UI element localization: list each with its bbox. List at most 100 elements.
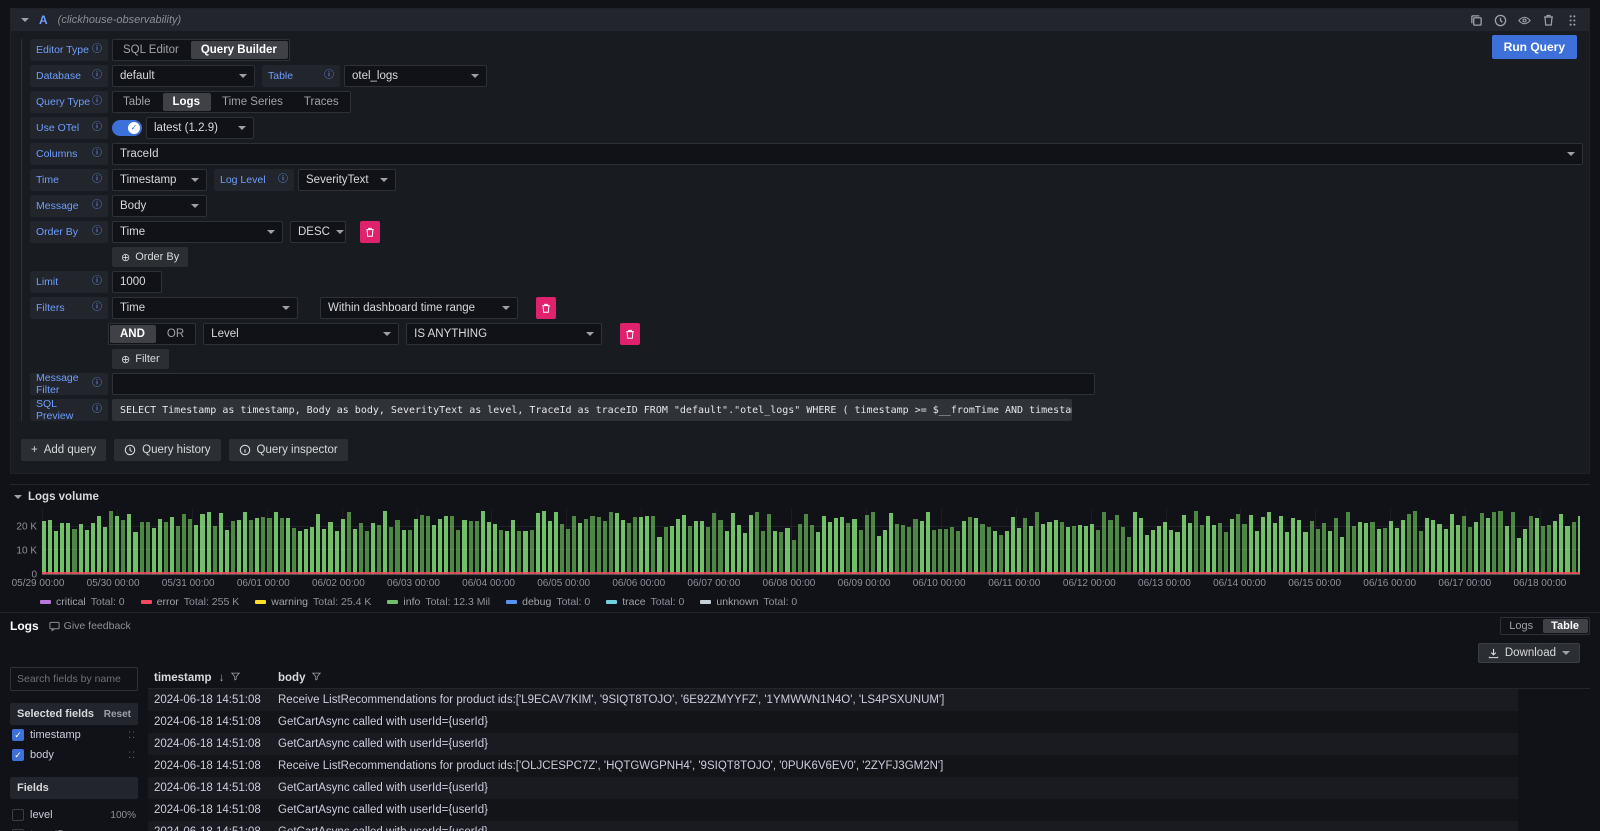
available-fields-list: level100%traceID100% bbox=[10, 805, 138, 831]
filter2-condition-select[interactable]: IS ANYTHING bbox=[406, 323, 602, 345]
timestamp-column-header[interactable]: timestamp bbox=[154, 672, 212, 684]
segment-option-and[interactable]: AND bbox=[110, 325, 156, 343]
order-by-direction-select[interactable]: DESC bbox=[290, 221, 346, 243]
legend-item-error[interactable]: errorTotal: 255 K bbox=[141, 596, 240, 608]
message-filter-input[interactable] bbox=[112, 373, 1095, 395]
run-query-button[interactable]: Run Query bbox=[1492, 35, 1577, 59]
legend-item-unknown[interactable]: unknownTotal: 0 bbox=[700, 596, 797, 608]
add-order-by-button[interactable]: ⊕Order By bbox=[112, 247, 188, 267]
x-tick-label: 06/18 00:00 bbox=[1513, 578, 1566, 589]
circle-plus-icon: ⊕ bbox=[121, 251, 130, 264]
filter-funnel-icon[interactable] bbox=[312, 672, 321, 681]
columns-multiselect[interactable]: TraceId bbox=[112, 143, 1583, 165]
otel-version-select[interactable]: latest (1.2.9) bbox=[146, 117, 254, 139]
remove-filter-button[interactable] bbox=[536, 297, 556, 319]
info-icon[interactable]: ⓘ bbox=[278, 175, 288, 185]
use-otel-toggle[interactable]: ✓ bbox=[112, 120, 142, 136]
give-feedback-link[interactable]: Give feedback bbox=[49, 620, 131, 632]
duplicate-query-icon[interactable] bbox=[1469, 13, 1483, 27]
legend-item-warning[interactable]: warningTotal: 25.4 K bbox=[255, 596, 371, 608]
datasource-name: (clickhouse-observability) bbox=[58, 14, 182, 26]
chevron-down-icon bbox=[383, 332, 391, 336]
info-icon[interactable]: ⓘ bbox=[92, 149, 102, 159]
order-by-label: Order Byⓘ bbox=[30, 221, 108, 243]
editor-type-label: Editor Typeⓘ bbox=[30, 39, 108, 61]
filter-field-select[interactable]: Time bbox=[112, 297, 298, 319]
filter-funnel-icon[interactable] bbox=[231, 672, 240, 681]
segment-option-table[interactable]: Table bbox=[113, 92, 162, 112]
info-icon[interactable]: ⓘ bbox=[92, 201, 102, 211]
database-label: Databaseⓘ bbox=[30, 65, 108, 87]
legend-item-info[interactable]: infoTotal: 12.3 Mil bbox=[387, 596, 490, 608]
chevron-down-icon bbox=[239, 74, 247, 78]
table-select[interactable]: otel_logs bbox=[344, 65, 487, 87]
info-icon[interactable]: ⓘ bbox=[92, 123, 102, 133]
field-checkbox[interactable]: ✓ bbox=[12, 749, 24, 761]
drag-handle-icon[interactable]: ⁚⁚ bbox=[128, 730, 136, 741]
history-clock-icon bbox=[124, 444, 136, 456]
info-icon[interactable]: ⓘ bbox=[92, 97, 102, 107]
legend-item-trace[interactable]: traceTotal: 0 bbox=[606, 596, 684, 608]
search-fields-input[interactable] bbox=[10, 667, 138, 691]
add-filter-button[interactable]: ⊕Filter bbox=[112, 349, 169, 369]
query-history-icon[interactable] bbox=[1493, 13, 1507, 27]
info-icon[interactable]: ⓘ bbox=[92, 405, 102, 415]
info-icon[interactable]: ⓘ bbox=[92, 277, 102, 287]
y-tick-label: 10 K bbox=[16, 546, 37, 557]
segment-option-or[interactable]: OR bbox=[157, 324, 195, 344]
field-checkbox[interactable] bbox=[12, 809, 24, 821]
field-checkbox[interactable]: ✓ bbox=[12, 729, 24, 741]
query-history-button[interactable]: Query history bbox=[114, 439, 220, 461]
drag-handle-icon[interactable] bbox=[1565, 13, 1579, 27]
x-axis-labels: 05/29 00:0005/30 00:0005/31 00:0006/01 0… bbox=[38, 578, 1580, 592]
table-row[interactable]: 2024-06-18 14:51:08Receive ListRecommend… bbox=[148, 755, 1518, 777]
table-row[interactable]: 2024-06-18 14:51:08GetCartAsync called w… bbox=[148, 777, 1518, 799]
query-inspector-button[interactable]: Query inspector bbox=[229, 439, 348, 461]
info-icon[interactable]: ⓘ bbox=[92, 227, 102, 237]
filter-condition-select[interactable]: Within dashboard time range bbox=[320, 297, 518, 319]
segment-option-sql-editor[interactable]: SQL Editor bbox=[113, 40, 190, 60]
remove-order-by-button[interactable] bbox=[360, 221, 380, 243]
download-button[interactable]: Download bbox=[1478, 643, 1580, 663]
add-query-button[interactable]: +Add query bbox=[21, 439, 106, 461]
database-select[interactable]: default bbox=[112, 65, 255, 87]
legend-item-critical[interactable]: criticalTotal: 0 bbox=[40, 596, 125, 608]
segment-option-query-builder[interactable]: Query Builder bbox=[191, 41, 288, 59]
table-row[interactable]: 2024-06-18 14:51:08GetCartAsync called w… bbox=[148, 711, 1518, 733]
segment-option-time-series[interactable]: Time Series bbox=[212, 92, 294, 112]
info-icon[interactable]: ⓘ bbox=[324, 71, 334, 81]
collapse-chevron-icon[interactable] bbox=[14, 495, 22, 499]
sort-desc-icon[interactable]: ↓ bbox=[219, 672, 225, 684]
table-row[interactable]: 2024-06-18 14:51:08GetCartAsync called w… bbox=[148, 799, 1518, 821]
table-row[interactable]: 2024-06-18 14:51:08Receive ListRecommend… bbox=[148, 689, 1518, 711]
info-icon[interactable]: ⓘ bbox=[92, 175, 102, 185]
info-icon[interactable]: ⓘ bbox=[92, 303, 102, 313]
message-column-select[interactable]: Body bbox=[112, 195, 207, 217]
segment-option-traces[interactable]: Traces bbox=[294, 92, 350, 112]
hide-response-eye-icon[interactable] bbox=[1517, 13, 1531, 27]
time-column-select[interactable]: Timestamp bbox=[112, 169, 207, 191]
limit-input[interactable] bbox=[112, 271, 162, 293]
drag-handle-icon[interactable]: ⁚⁚ bbox=[128, 750, 136, 761]
log-level-select[interactable]: SeverityText bbox=[298, 169, 396, 191]
plus-icon: + bbox=[31, 444, 38, 456]
body-column-header[interactable]: body bbox=[278, 672, 305, 684]
table-row[interactable]: 2024-06-18 14:51:08GetCartAsync called w… bbox=[148, 821, 1518, 831]
legend-swatch bbox=[606, 600, 617, 604]
collapse-chevron-icon[interactable] bbox=[21, 18, 29, 22]
info-icon[interactable]: ⓘ bbox=[92, 45, 102, 55]
reset-button[interactable]: Reset bbox=[104, 709, 131, 720]
y-tick-label: 20 K bbox=[16, 522, 37, 533]
segment-option-logs[interactable]: Logs bbox=[1501, 618, 1542, 634]
remove-filter2-button[interactable] bbox=[620, 323, 640, 345]
order-by-field-select[interactable]: Time bbox=[112, 221, 283, 243]
info-icon[interactable]: ⓘ bbox=[92, 379, 102, 389]
legend-item-debug[interactable]: debugTotal: 0 bbox=[506, 596, 590, 608]
table-row[interactable]: 2024-06-18 14:51:08GetCartAsync called w… bbox=[148, 733, 1518, 755]
segment-option-table[interactable]: Table bbox=[1543, 619, 1588, 633]
info-icon[interactable]: ⓘ bbox=[92, 71, 102, 81]
field-row-timestamp: ✓timestamp⁚⁚ bbox=[10, 725, 138, 745]
filter2-field-select[interactable]: Level bbox=[203, 323, 399, 345]
segment-option-logs[interactable]: Logs bbox=[163, 93, 211, 111]
remove-query-trash-icon[interactable] bbox=[1541, 13, 1555, 27]
